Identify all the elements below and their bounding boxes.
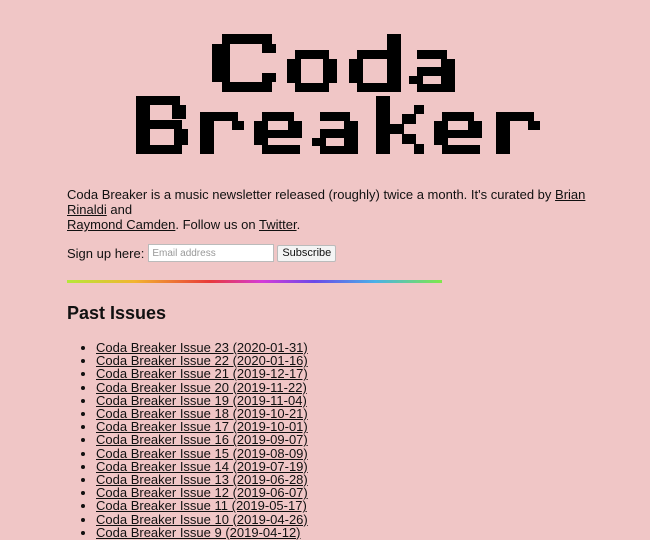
intro-text-and: and [106,202,133,217]
signup-label: Sign up here: [67,245,145,261]
list-item: Coda Breaker Issue 9 (2019-04-12) [96,526,627,539]
twitter-link[interactable]: Twitter [259,217,297,232]
rainbow-divider [67,280,442,283]
past-issues-list: Coda Breaker Issue 23 (2020-01-31) Coda … [67,341,627,539]
intro-paragraph: Coda Breaker is a music newsletter relea… [67,187,627,232]
site-logo [0,24,650,154]
issue-link[interactable]: Coda Breaker Issue 9 (2019-04-12) [96,525,301,540]
email-input[interactable] [148,244,275,262]
logo-pixel-art [136,34,540,154]
past-issues-heading: Past Issues [67,303,167,323]
signup-form: Sign up here: Subscribe [67,244,627,262]
intro-text-end: . [296,217,301,232]
intro-text: Coda Breaker is a music newsletter relea… [67,187,556,202]
intro-text-follow: . Follow us on [175,217,259,232]
curator-link-raymond[interactable]: Raymond Camden [67,217,175,232]
main-content: Coda Breaker is a music newsletter relea… [67,187,627,539]
subscribe-button[interactable]: Subscribe [277,244,337,262]
